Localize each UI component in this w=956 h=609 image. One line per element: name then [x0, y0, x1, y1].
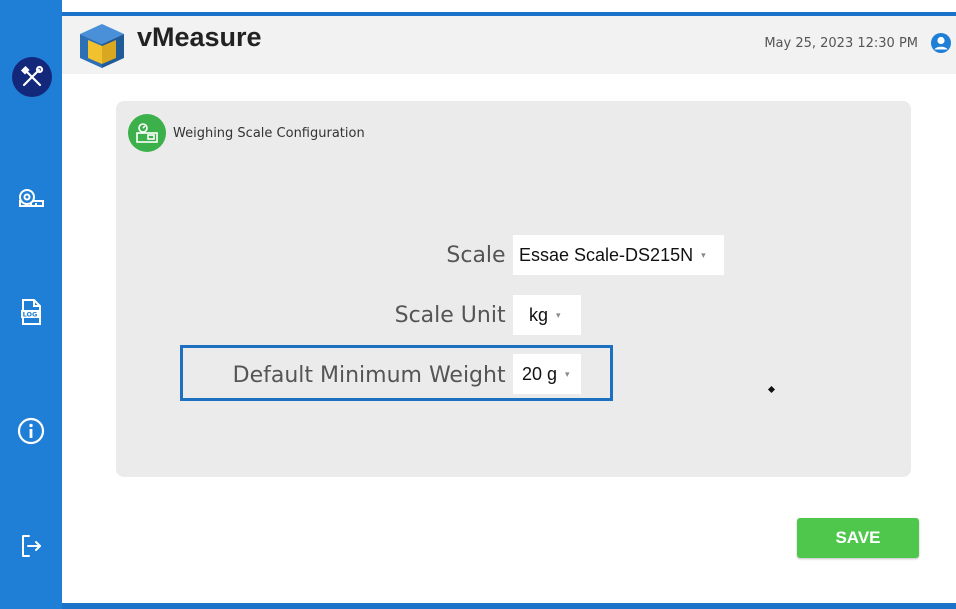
- tools-icon: [20, 65, 44, 87]
- scale-unit-label: Scale Unit :: [394, 303, 520, 328]
- app-header: vMeasure May 25, 2023 12:30 PM: [62, 16, 956, 74]
- sidebar: LOG: [0, 0, 62, 609]
- sidebar-item-measure[interactable]: [13, 181, 49, 217]
- scale-label: Scale :: [446, 243, 520, 268]
- user-account-icon[interactable]: [930, 32, 952, 54]
- scale-select-value: Essae Scale-DS215N: [519, 244, 694, 265]
- vmeasure-logo: [80, 24, 124, 68]
- default-min-weight-label: Default Minimum Weight :: [232, 363, 520, 388]
- log-icon: LOG: [21, 299, 41, 325]
- scale-select[interactable]: Essae Scale-DS215N ▾: [513, 235, 724, 275]
- chevron-down-icon: ▾: [556, 309, 561, 320]
- panel-title: Weighing Scale Configuration: [173, 126, 365, 141]
- chevron-down-icon: ▾: [701, 249, 706, 260]
- save-button[interactable]: SAVE: [797, 518, 919, 558]
- default-min-weight-select-value: 20 g: [522, 363, 558, 384]
- weighing-scale-icon: [136, 123, 158, 143]
- default-min-weight-select[interactable]: 20 g ▾: [513, 354, 581, 394]
- frame-bottom-border: [0, 603, 956, 609]
- info-icon: [17, 417, 45, 445]
- weighing-scale-config-panel: Weighing Scale Configuration: [116, 101, 911, 477]
- scale-unit-select[interactable]: kg ▾: [513, 295, 581, 335]
- scale-unit-select-value: kg: [529, 304, 549, 325]
- chevron-down-icon: ▾: [565, 368, 570, 379]
- sidebar-item-logout[interactable]: [13, 528, 49, 564]
- sidebar-item-info[interactable]: [13, 413, 49, 449]
- svg-text:LOG: LOG: [23, 311, 38, 319]
- header-datetime: May 25, 2023 12:30 PM: [764, 36, 918, 51]
- app-title: vMeasure: [137, 22, 262, 52]
- logout-icon: [22, 535, 41, 557]
- measuring-tape-icon: [19, 189, 44, 207]
- sidebar-item-configuration[interactable]: [12, 57, 52, 97]
- sidebar-item-logs[interactable]: LOG: [13, 294, 49, 330]
- panel-icon-badge: [128, 114, 166, 152]
